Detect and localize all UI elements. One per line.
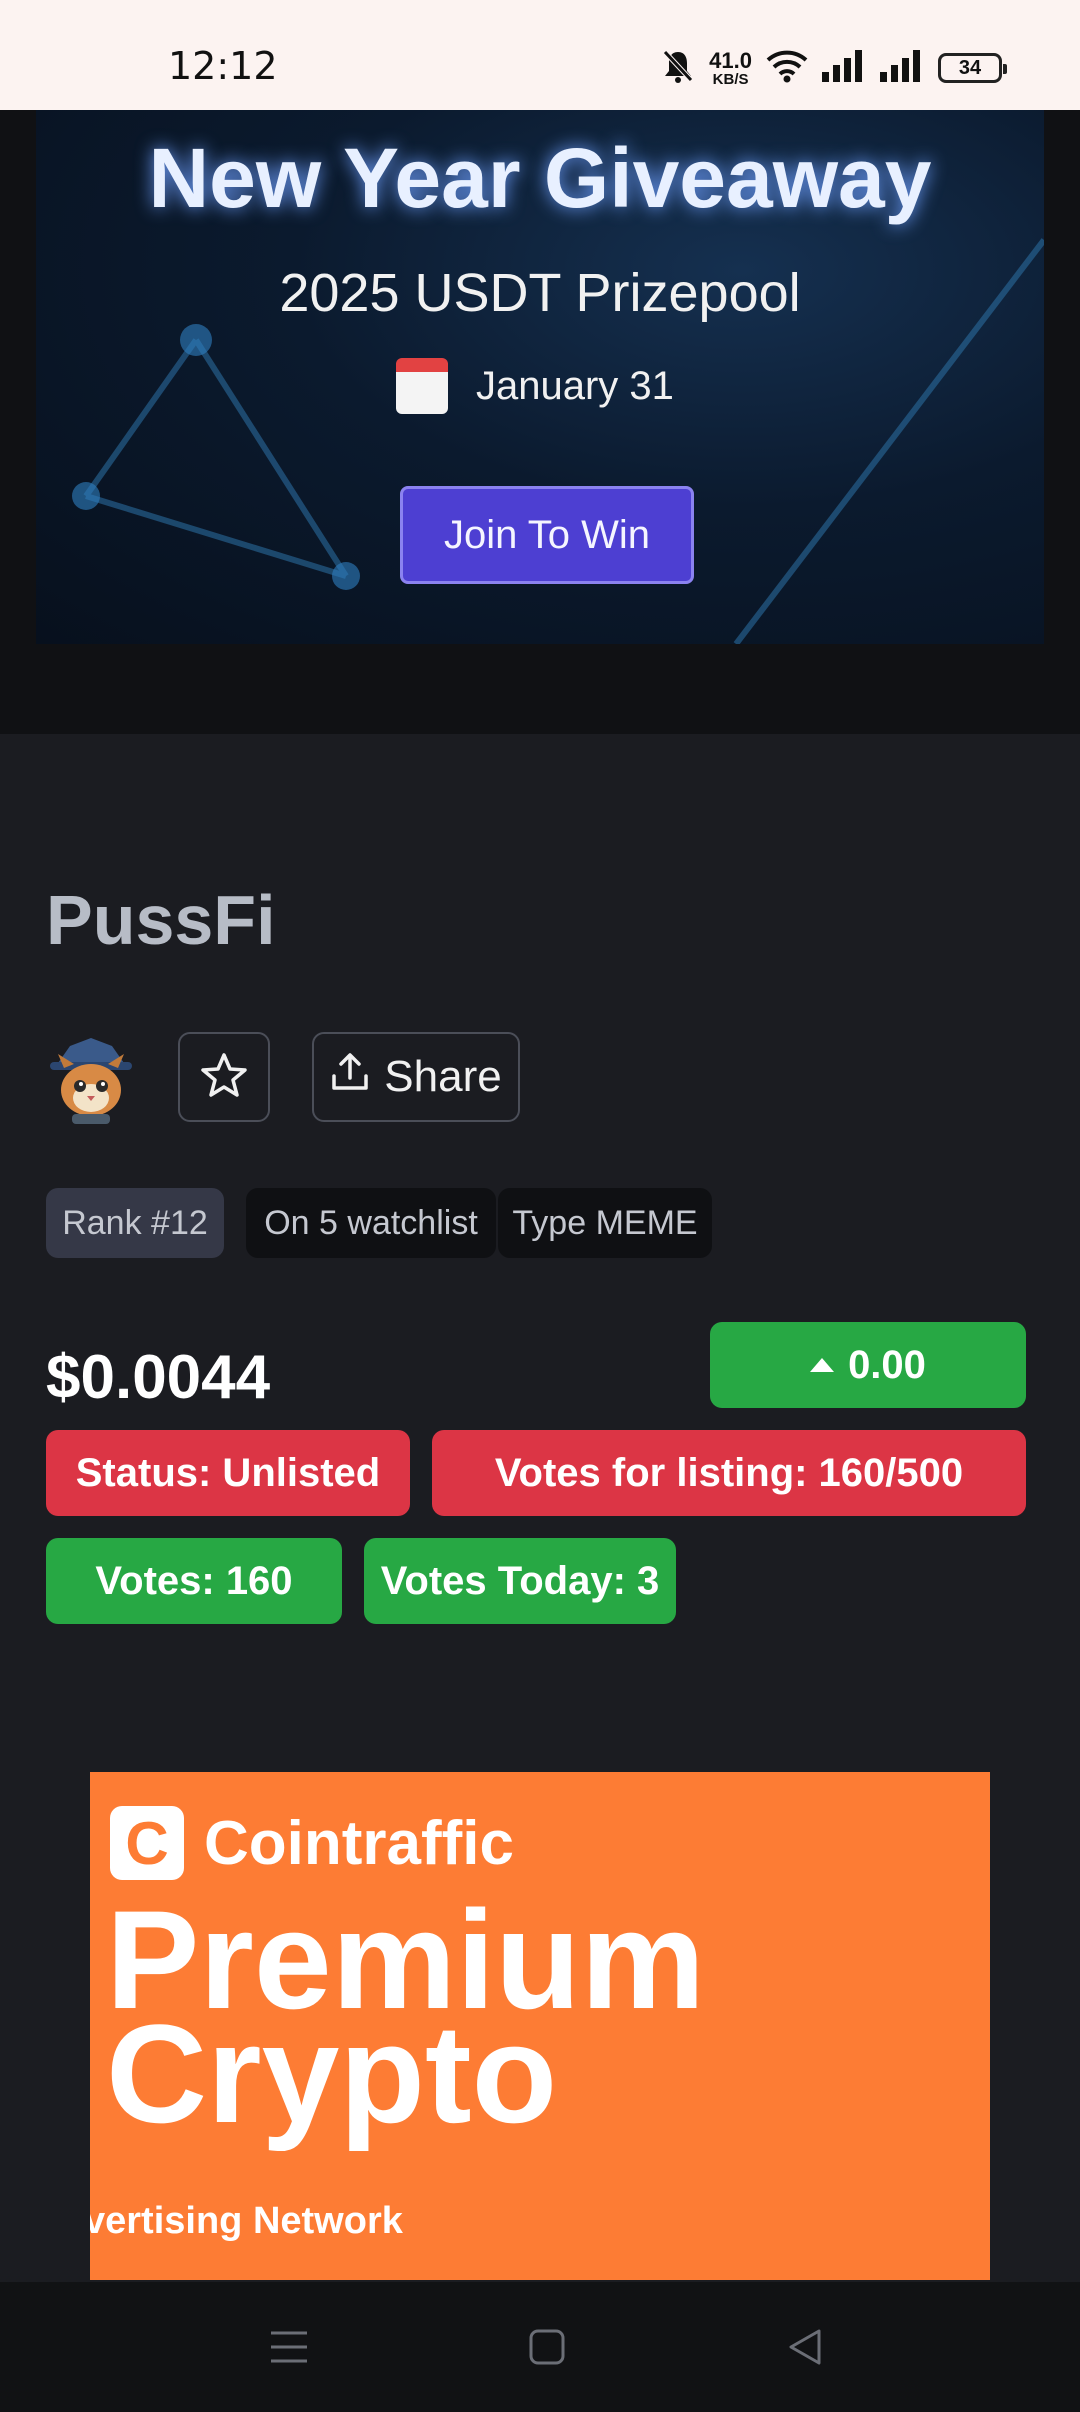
signal-icon	[822, 49, 866, 87]
calendar-icon	[396, 358, 448, 414]
ad-tagline: vertising Network	[90, 2200, 403, 2242]
listing-status-badge: Status: Unlisted	[46, 1430, 410, 1516]
join-to-win-button[interactable]: Join To Win	[400, 486, 694, 584]
banner-date-text: January 31	[476, 363, 674, 408]
ad-headline-2: Crypto	[106, 1995, 558, 2152]
ad-brand-name: Cointraffic	[204, 1808, 514, 1878]
rank-badge: Rank #12	[46, 1188, 224, 1258]
banner-date: January 31	[396, 358, 674, 414]
status-icons: 41.0 KB/S 34	[661, 46, 1007, 90]
votes-for-listing-badge: Votes for listing: 160/500	[432, 1430, 1026, 1516]
bell-muted-icon	[661, 48, 695, 89]
votes-button[interactable]: Votes: 160	[46, 1538, 342, 1624]
share-icon	[330, 1052, 370, 1103]
price-change-value: 0.00	[848, 1342, 926, 1387]
home-icon[interactable]	[522, 2322, 572, 2372]
status-bar: 12:12 41.0 KB/S 34	[0, 0, 1080, 110]
battery-icon: 34	[938, 53, 1007, 83]
cointraffic-logo-icon: C	[110, 1806, 184, 1880]
banner-title: New Year Giveaway	[148, 131, 932, 225]
star-icon	[200, 1052, 248, 1103]
type-badge: Type MEME	[498, 1188, 712, 1258]
token-avatar	[46, 1032, 136, 1126]
wifi-icon	[766, 49, 808, 88]
ad-brand: C Cointraffic	[110, 1806, 514, 1880]
net-speed: 41.0 KB/S	[709, 47, 752, 88]
banner-subtitle: 2025 USDT Prizepool	[279, 263, 801, 323]
share-label: Share	[384, 1052, 502, 1101]
status-time: 12:12	[168, 44, 278, 88]
price-change-button[interactable]: 0.00	[710, 1322, 1026, 1408]
token-price: $0.0044	[46, 1343, 271, 1412]
watchlist-badge: On 5 watchlist	[246, 1188, 496, 1258]
votes-today-badge: Votes Today: 3	[364, 1538, 676, 1624]
watchlist-star-button[interactable]	[178, 1032, 270, 1122]
menu-icon[interactable]	[264, 2322, 314, 2372]
back-icon[interactable]	[780, 2322, 830, 2372]
giveaway-banner[interactable]: New Year Giveaway 2025 USDT Prizepool Ja…	[36, 110, 1044, 644]
caret-up-icon	[810, 1358, 835, 1372]
cointraffic-ad[interactable]: C Cointraffic Premium Crypto vertising N…	[90, 1772, 990, 2280]
signal-icon	[880, 49, 924, 87]
token-name: PussFi	[46, 881, 276, 959]
system-nav-bar	[0, 2282, 1080, 2412]
share-button[interactable]: Share	[312, 1032, 520, 1122]
banner-section: New Year Giveaway 2025 USDT Prizepool Ja…	[0, 110, 1080, 734]
